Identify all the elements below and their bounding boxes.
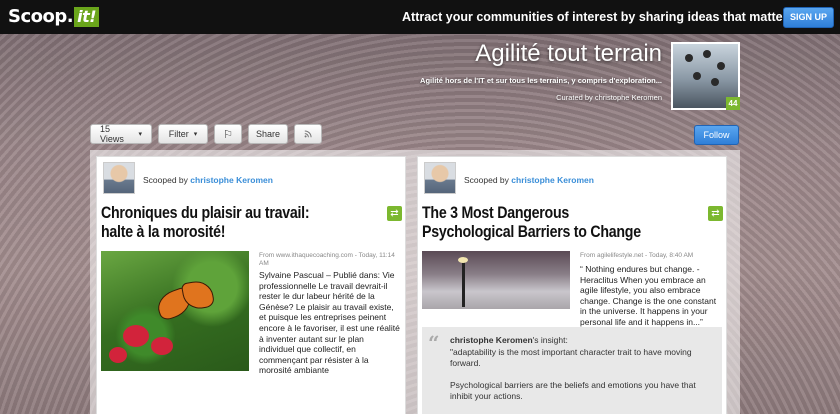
insight-header: christophe Keromen's insight: [450, 335, 568, 345]
insight-paragraph: Psychological barriers are the beliefs a… [450, 380, 696, 401]
flower-shape [123, 325, 149, 347]
filter-dropdown[interactable]: Filter ▾ [158, 124, 208, 144]
skydiver-figure [693, 72, 701, 80]
post-card: Scooped by christophe Keromen Chroniques… [96, 156, 406, 414]
follow-button[interactable]: Follow [694, 125, 739, 145]
post-image[interactable] [101, 251, 249, 371]
post-excerpt: “ Nothing endures but change. - Heraclit… [580, 264, 717, 327]
avatar[interactable] [424, 162, 456, 194]
flower-shape [109, 347, 127, 363]
caret-down-icon: ▾ [193, 131, 198, 138]
post-excerpt: Sylvaine Pascual – Publié dans: Vie prof… [259, 270, 400, 376]
lamp-post [462, 257, 465, 307]
scooped-prefix: Scooped by [143, 175, 188, 185]
curator-link[interactable]: christophe Keromen [190, 175, 273, 185]
post-source[interactable]: From www.ithaquecoaching.com - Today, 11… [259, 252, 399, 268]
flower-shape [151, 337, 173, 355]
topic-toolbar: 15 Views ▾ Filter ▾ ⚐ Share [90, 124, 322, 144]
skydiver-figure [717, 62, 725, 70]
scooped-by: Scooped by christophe Keromen [143, 175, 273, 185]
curator-line[interactable]: Curated by christophe Keromen [460, 93, 662, 102]
post-source[interactable]: From agilelifestyle.net - Today, 8:40 AM [580, 252, 720, 260]
views-label: 15 Views [100, 124, 124, 144]
topic-description: Agilité hors de l'IT et sur tous les ter… [420, 76, 662, 85]
insight-paragraph: "adaptability is the most important char… [450, 347, 692, 368]
logo-it-badge: it! [74, 6, 100, 27]
follower-count-badge: 44 [726, 97, 740, 110]
street-lamp-light [458, 257, 468, 263]
quote-icon: “ [428, 331, 440, 355]
sign-up-button[interactable]: SIGN UP [783, 7, 834, 28]
topic-title: Agilité tout terrain [475, 40, 662, 67]
rss-icon [304, 130, 312, 138]
post-title[interactable]: The 3 Most Dangerous Psychological Barri… [422, 204, 654, 242]
flag-icon: ⚐ [223, 128, 233, 141]
rss-button[interactable] [294, 124, 322, 144]
skydiver-figure [703, 50, 711, 58]
post-card: Scooped by christophe Keromen The 3 Most… [417, 156, 727, 414]
insight-text: "adaptability is the most important char… [450, 347, 718, 402]
scooped-prefix: Scooped by [464, 175, 509, 185]
post-image[interactable] [422, 251, 570, 309]
share-button[interactable]: Share [248, 124, 288, 144]
curator-link[interactable]: christophe Keromen [511, 175, 594, 185]
rescoop-icon[interactable]: ⇄ [387, 206, 402, 221]
header-tagline: Attract your communities of interest by … [402, 10, 788, 24]
scoopit-logo[interactable]: Scoop. it! [8, 6, 100, 27]
rescoop-icon[interactable]: ⇄ [708, 206, 723, 221]
skydiver-figure [685, 54, 693, 62]
avatar[interactable] [103, 162, 135, 194]
scooped-by: Scooped by christophe Keromen [464, 175, 594, 185]
flag-button[interactable]: ⚐ [214, 124, 242, 144]
post-title[interactable]: Chroniques du plaisir au travail: halte … [101, 204, 333, 242]
top-bar: Scoop. it! Attract your communities of i… [0, 0, 840, 34]
views-dropdown[interactable]: 15 Views ▾ [90, 124, 152, 144]
insight-author[interactable]: christophe Keromen [450, 335, 533, 345]
share-label: Share [255, 129, 281, 139]
logo-text: Scoop. [8, 6, 74, 27]
filter-label: Filter [168, 129, 189, 139]
insight-suffix: 's insight: [532, 335, 568, 345]
skydiver-figure [711, 78, 719, 86]
curator-insight: “ christophe Keromen's insight: "adaptab… [422, 327, 722, 414]
caret-down-icon: ▾ [138, 131, 142, 138]
